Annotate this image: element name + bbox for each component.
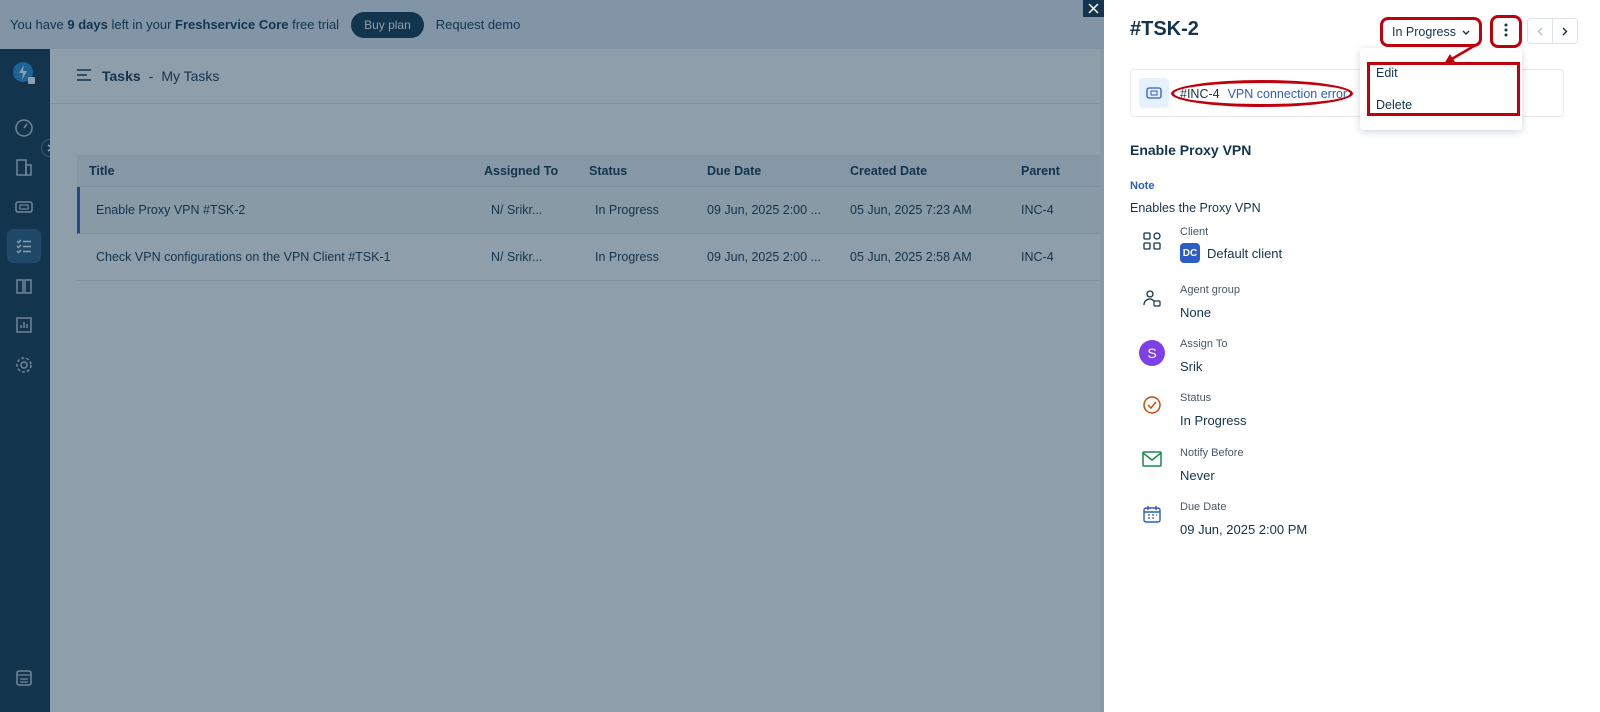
task-title: Enable Proxy VPN bbox=[1130, 142, 1252, 158]
status-check-icon bbox=[1140, 393, 1164, 417]
task-detail-panel: #TSK-2 In Progress #INC-4 VPN connection… bbox=[1104, 0, 1600, 712]
agent-group-value[interactable]: None bbox=[1180, 305, 1240, 320]
chevron-right-icon bbox=[1562, 24, 1568, 39]
client-field: Client DC Default client bbox=[1180, 226, 1282, 263]
status-label: Status bbox=[1180, 392, 1212, 404]
notify-before-field: Notify Before Never bbox=[1180, 447, 1244, 483]
chevron-left-icon bbox=[1537, 24, 1543, 39]
notify-before-label: Notify Before bbox=[1180, 447, 1244, 459]
previous-task-button[interactable] bbox=[1527, 18, 1553, 44]
note-label: Note bbox=[1130, 180, 1155, 192]
menu-item-edit[interactable]: Edit bbox=[1376, 66, 1398, 80]
status-field: Status In Progress bbox=[1180, 392, 1246, 428]
parent-ticket-link[interactable]: #INC-4 VPN connection error bbox=[1171, 80, 1353, 107]
annotation-arrow bbox=[1444, 44, 1475, 64]
assign-to-label: Assign To bbox=[1180, 338, 1228, 350]
client-label: Client bbox=[1180, 226, 1209, 238]
more-options-button[interactable] bbox=[1490, 15, 1522, 48]
notify-before-value[interactable]: Never bbox=[1180, 468, 1244, 483]
parent-ticket-title[interactable]: VPN connection error bbox=[1228, 87, 1348, 101]
parent-ticket-id: #INC-4 bbox=[1180, 86, 1220, 101]
close-panel-button[interactable] bbox=[1083, 0, 1104, 17]
assign-to-value[interactable]: Srik bbox=[1180, 359, 1228, 374]
client-badge: DC bbox=[1180, 243, 1200, 263]
note-text: Enables the Proxy VPN bbox=[1130, 201, 1261, 215]
client-value[interactable]: Default client bbox=[1207, 246, 1282, 261]
assign-to-field: Assign To Srik bbox=[1180, 338, 1228, 374]
calendar-icon bbox=[1140, 502, 1164, 526]
ticket-icon bbox=[1139, 78, 1169, 108]
due-date-field: Due Date 09 Jun, 2025 2:00 PM bbox=[1180, 501, 1307, 537]
chevron-down-icon bbox=[1462, 25, 1470, 39]
modal-overlay[interactable] bbox=[0, 0, 1104, 712]
status-dropdown-button[interactable]: In Progress bbox=[1380, 17, 1482, 47]
status-value[interactable]: In Progress bbox=[1180, 413, 1246, 428]
assignee-avatar: S bbox=[1138, 339, 1166, 367]
agent-group-icon bbox=[1140, 286, 1164, 310]
task-id-heading: #TSK-2 bbox=[1130, 18, 1199, 40]
agent-group-label: Agent group bbox=[1180, 284, 1240, 296]
client-icon bbox=[1140, 229, 1164, 253]
next-task-button[interactable] bbox=[1552, 18, 1578, 44]
agent-group-field: Agent group None bbox=[1180, 284, 1240, 320]
due-date-value[interactable]: 09 Jun, 2025 2:00 PM bbox=[1180, 522, 1307, 537]
kebab-menu-icon bbox=[1504, 23, 1508, 40]
menu-item-delete[interactable]: Delete bbox=[1376, 98, 1412, 112]
due-date-label: Due Date bbox=[1180, 501, 1227, 513]
status-dropdown-label: In Progress bbox=[1392, 25, 1456, 39]
mail-icon bbox=[1140, 447, 1164, 471]
